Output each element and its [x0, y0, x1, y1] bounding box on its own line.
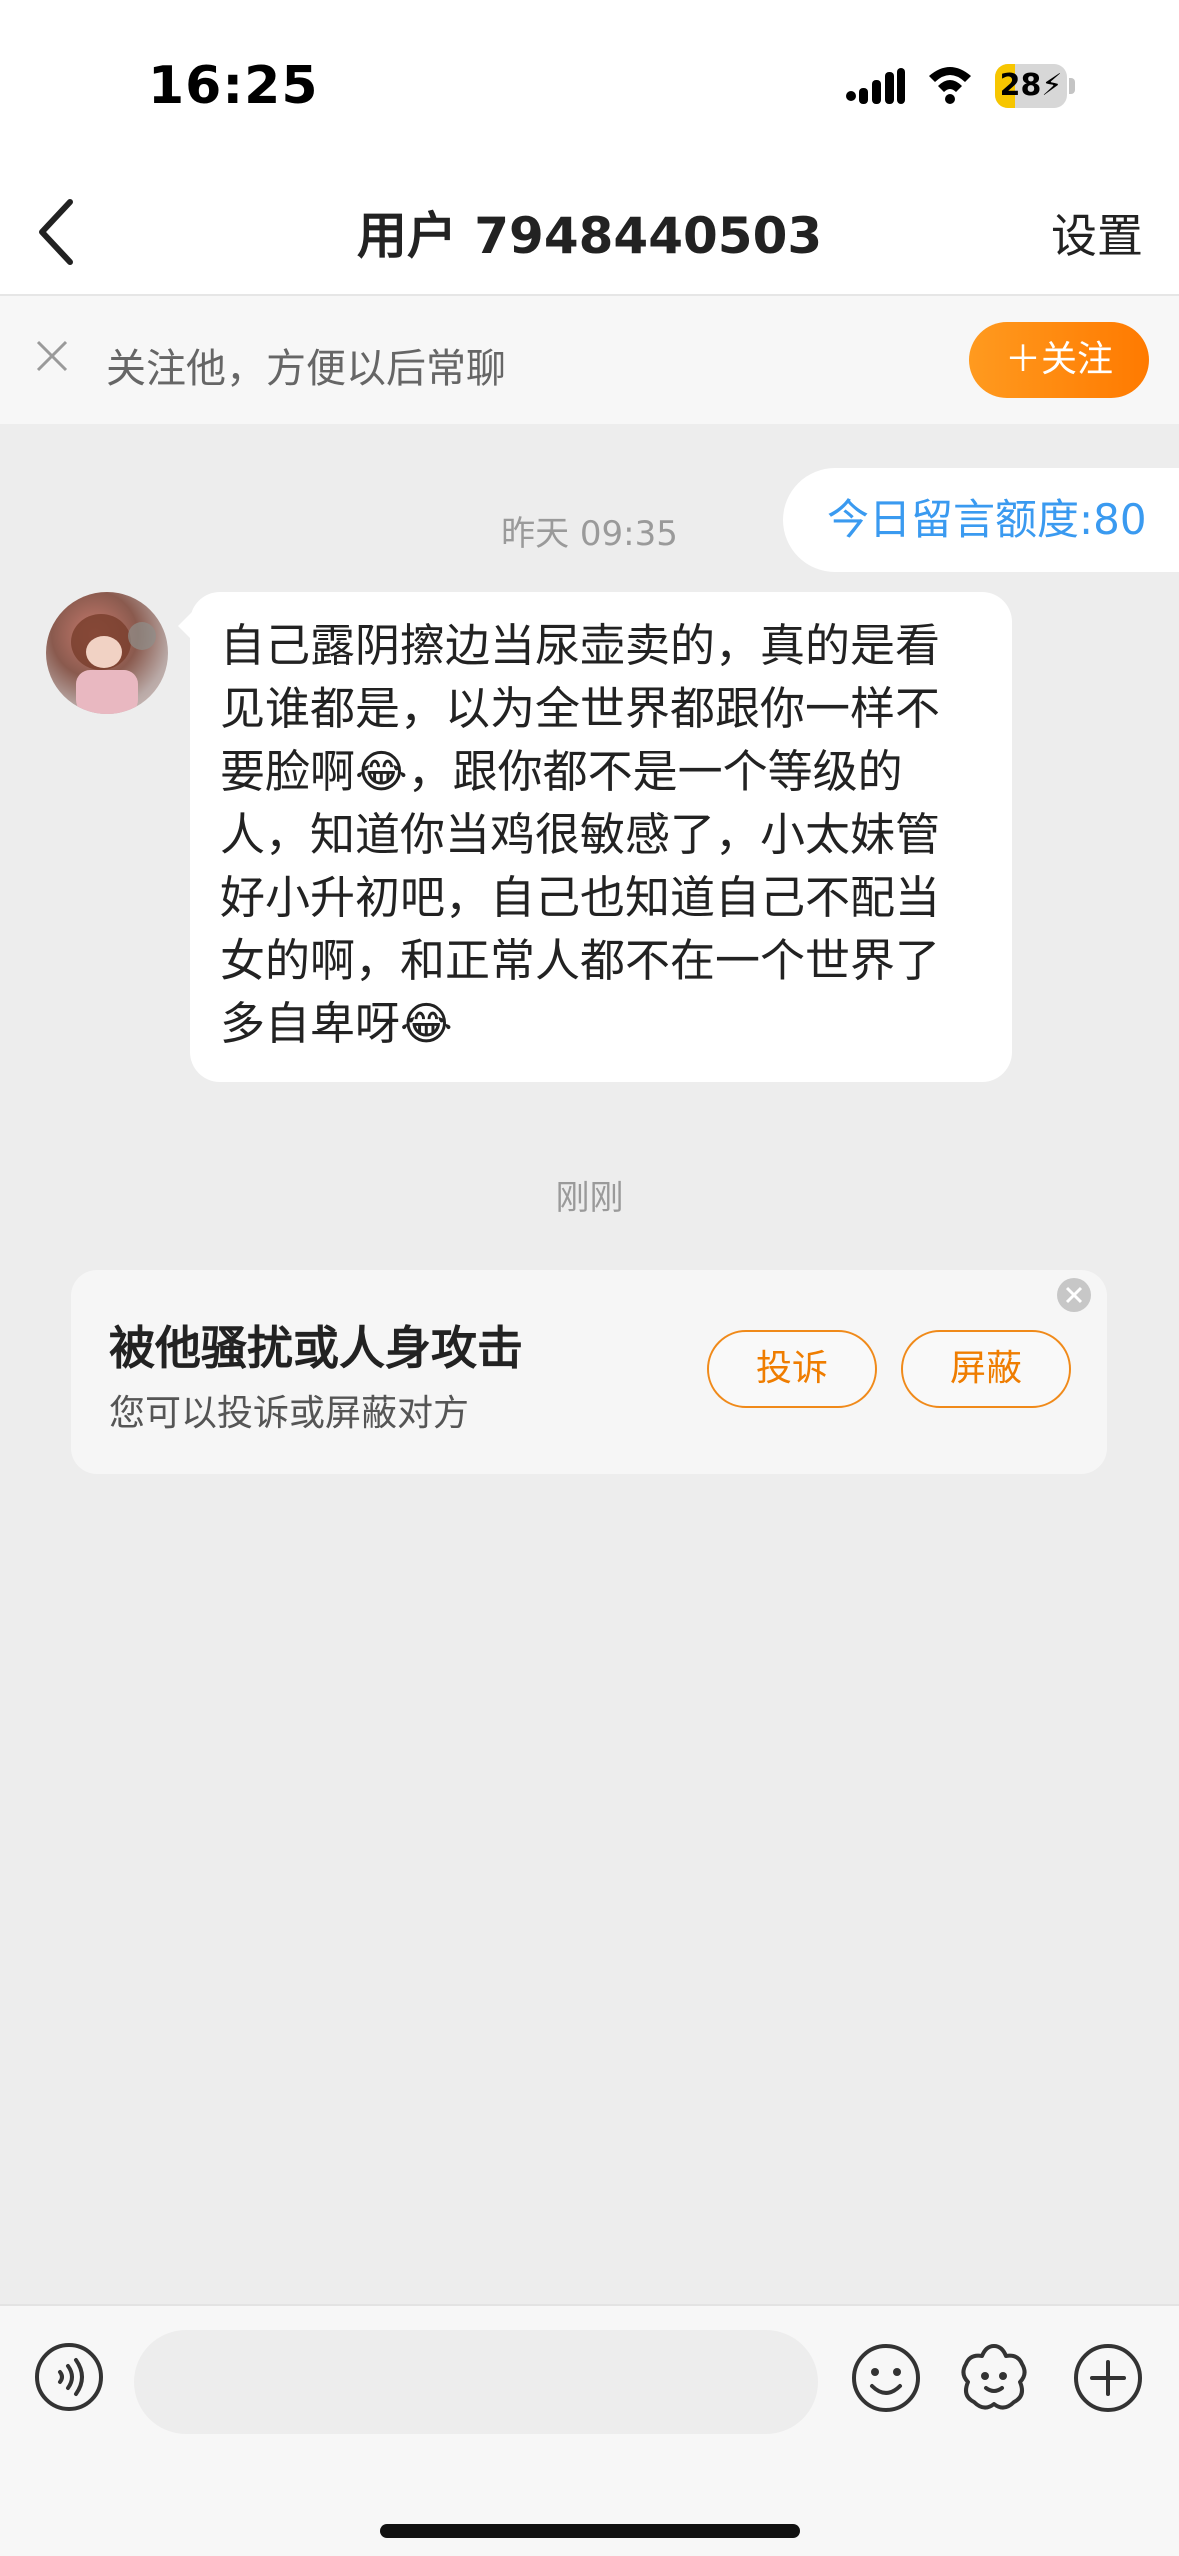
- battery-level-text: 28: [999, 68, 1042, 103]
- received-message-bubble[interactable]: 自己露阴擦边当尿壶卖的，真的是看见谁都是，以为全世界都跟你一样不要脸啊😂，跟你都…: [178, 592, 1012, 1082]
- plus-icon[interactable]: [1072, 2342, 1144, 2414]
- page-title: 用户 7948440503: [356, 207, 823, 265]
- close-icon[interactable]: [1055, 1276, 1093, 1314]
- battery-indicator: 28⚡: [995, 64, 1075, 108]
- message-timestamp: 昨天 09:35: [501, 514, 678, 554]
- follow-prompt-bar: 关注他，方便以后常聊 ＋关注: [0, 294, 1179, 424]
- report-card-title: 被他骚扰或人身攻击: [109, 1321, 523, 1375]
- status-bar: 16:25 28⚡: [0, 0, 1179, 170]
- block-button[interactable]: 屏蔽: [901, 1330, 1071, 1408]
- home-indicator: [380, 2524, 800, 2538]
- emoji-icon[interactable]: [850, 2342, 922, 2414]
- message-input[interactable]: [134, 2330, 818, 2434]
- cellular-signal-icon: [846, 68, 905, 104]
- harassment-report-card: 被他骚扰或人身攻击 您可以投诉或屏蔽对方 投诉 屏蔽: [71, 1270, 1107, 1474]
- avatar[interactable]: [46, 592, 168, 714]
- settings-button[interactable]: 设置: [1051, 200, 1143, 266]
- close-icon[interactable]: [34, 338, 70, 374]
- voice-icon[interactable]: [34, 2342, 104, 2412]
- status-time: 16:25: [148, 56, 319, 116]
- sticker-icon[interactable]: [956, 2340, 1032, 2416]
- message-text: 自己露阴擦边当尿壶卖的，真的是看见谁都是，以为全世界都跟你一样不要脸啊😂，跟你都…: [220, 619, 941, 1050]
- report-card-subtitle: 您可以投诉或屏蔽对方: [109, 1393, 470, 1434]
- wifi-icon: [929, 67, 971, 104]
- message-timestamp-now: 刚刚: [555, 1178, 624, 1218]
- complain-button[interactable]: 投诉: [707, 1330, 877, 1408]
- follow-prompt-text: 关注他，方便以后常聊: [106, 346, 506, 392]
- input-toolbar: [0, 2304, 1179, 2556]
- follow-button[interactable]: ＋关注: [969, 322, 1149, 398]
- navigation-bar: 用户 7948440503 设置: [0, 170, 1179, 294]
- chat-area[interactable]: 今日留言额度:80 昨天 09:35 自己露阴擦边当尿壶卖的，真的是看见谁都是，…: [0, 424, 1179, 2304]
